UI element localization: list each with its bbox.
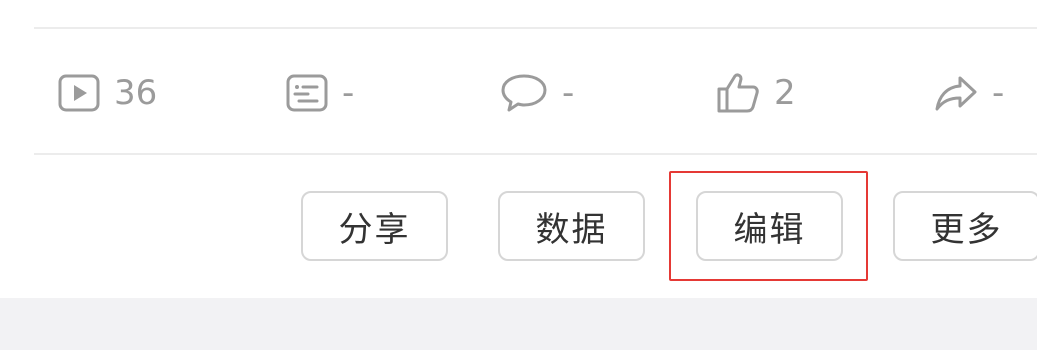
thumbs-up-icon bbox=[716, 72, 760, 114]
edit-button[interactable]: 编辑 bbox=[696, 191, 843, 261]
likes-stat: 2 bbox=[716, 71, 796, 115]
top-divider bbox=[34, 27, 1037, 29]
play-icon bbox=[58, 74, 100, 112]
plays-stat: 36 bbox=[58, 71, 157, 115]
danmaku-icon bbox=[286, 74, 328, 112]
page-background-strip bbox=[0, 298, 1037, 350]
video-card: 36 - - 2 - 分享 数据 编辑 更多 bbox=[0, 0, 1037, 298]
danmaku-count: - bbox=[342, 73, 355, 113]
comments-count: - bbox=[562, 73, 575, 113]
comment-icon bbox=[500, 73, 548, 113]
danmaku-stat: - bbox=[286, 71, 354, 115]
plays-count: 36 bbox=[114, 73, 158, 113]
share-arrow-icon bbox=[934, 74, 978, 112]
shares-count: - bbox=[992, 73, 1005, 113]
shares-stat: - bbox=[934, 71, 1004, 115]
middle-divider bbox=[34, 153, 1037, 155]
data-button[interactable]: 数据 bbox=[498, 191, 645, 261]
comments-stat: - bbox=[500, 71, 574, 115]
share-button[interactable]: 分享 bbox=[301, 191, 448, 261]
likes-count: 2 bbox=[774, 73, 796, 113]
more-button[interactable]: 更多 bbox=[893, 191, 1037, 261]
